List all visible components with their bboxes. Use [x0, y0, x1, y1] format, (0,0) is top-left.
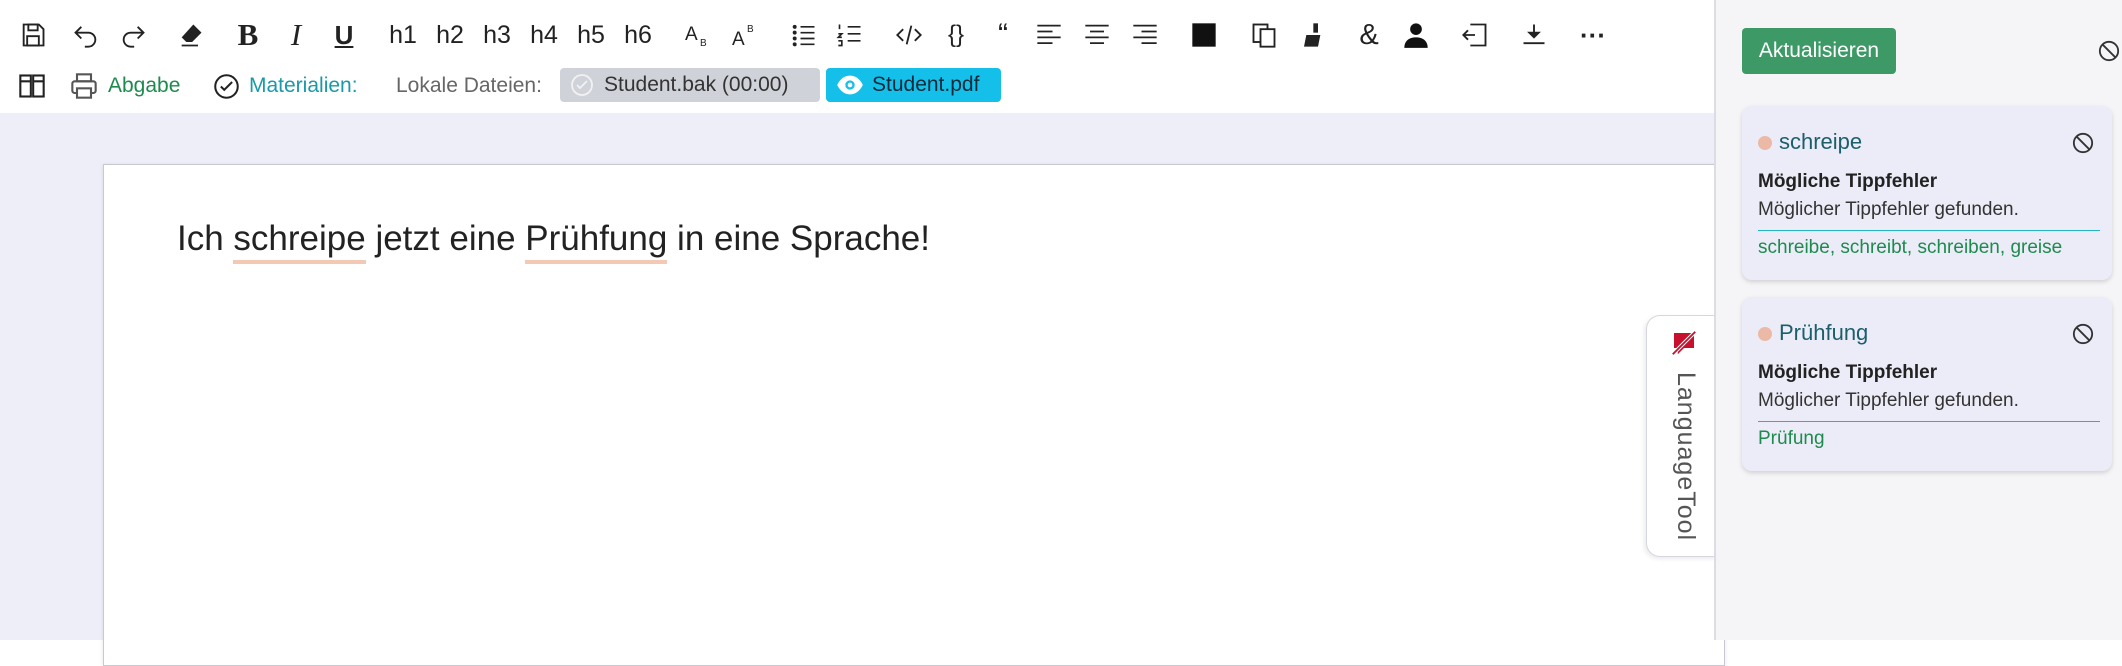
lokale-dateien-label: Lokale Dateien: [396, 74, 542, 97]
quote-button[interactable]: “ [983, 14, 1023, 56]
suggestion-item[interactable]: greise [2010, 237, 2062, 258]
suggestion-item[interactable]: schreiben [1917, 237, 1999, 258]
suggestion-list: schreibe, schreibt, schreiben, greise [1758, 237, 2063, 258]
suggestion-item[interactable]: Prüfung [1758, 428, 1825, 449]
eye-icon [837, 75, 863, 95]
toolbar-row-files: Abgabe Materialien: Lokale Dateien: Stud… [0, 64, 1714, 108]
file-chip-label: Student.bak (00:00) [604, 73, 789, 96]
document-text[interactable]: Ich schreipe jetzt eine Prühfung in eine… [177, 219, 930, 264]
h6-button[interactable]: h6 [618, 14, 658, 56]
languagetool-disabled-icon [1671, 330, 1697, 356]
suggestion-item[interactable]: schreibe [1758, 237, 1830, 258]
abgabe-link[interactable]: Abgabe [108, 68, 180, 104]
brush-icon[interactable] [1291, 14, 1331, 56]
svg-text:A: A [685, 24, 698, 45]
document-page[interactable]: Ich schreipe jetzt eine Prühfung in eine… [103, 164, 1725, 666]
underline-button[interactable]: U [324, 14, 364, 56]
materialien-link[interactable]: Materialien: [249, 68, 358, 104]
code-icon[interactable] [889, 14, 929, 56]
suggestion-card[interactable]: schreipe Mögliche Tippfehler Möglicher T… [1742, 106, 2112, 280]
document-canvas: Ich schreipe jetzt eine Prühfung in eine… [0, 113, 1725, 666]
languagetool-sidebar: Aktualisieren schreipe Mögliche Tippfehl… [1714, 0, 2122, 640]
text-run: Ich [177, 219, 234, 258]
h4-button[interactable]: h4 [524, 14, 564, 56]
person-icon[interactable] [1396, 14, 1436, 56]
card-title: Mögliche Tippfehler [1758, 171, 1938, 192]
suggestion-list: Prüfung [1758, 428, 1825, 450]
toolbar-row-formatting: B I U h1 h2 h3 h4 h5 h6 AB AB {} “ & ··· [0, 0, 1714, 70]
h2-button[interactable]: h2 [430, 14, 470, 56]
eraser-icon[interactable] [171, 14, 211, 56]
bold-button[interactable]: B [228, 14, 268, 56]
download-icon[interactable] [1514, 14, 1554, 56]
redo-icon[interactable] [113, 14, 153, 56]
file-chip-bak[interactable]: Student.bak (00:00) [560, 68, 820, 102]
card-divider [1758, 421, 2100, 422]
check-circle-icon [571, 74, 593, 96]
svg-text:A: A [732, 29, 745, 49]
black-square-icon[interactable] [1184, 14, 1224, 56]
align-left-icon[interactable] [1029, 14, 1069, 56]
h1-button[interactable]: h1 [383, 14, 423, 56]
card-title: Mögliche Tippfehler [1758, 362, 1938, 383]
numbered-list-icon[interactable] [830, 14, 870, 56]
editor-toolbar: B I U h1 h2 h3 h4 h5 h6 AB AB {} “ & ···… [0, 0, 1714, 113]
file-chip-label: Student.pdf [872, 73, 980, 96]
save-icon[interactable] [13, 14, 53, 56]
spelling-error-schreipe[interactable]: schreipe [233, 219, 366, 264]
superscript-icon[interactable]: AB [724, 14, 764, 56]
braces-button[interactable]: {} [936, 14, 976, 56]
align-right-icon[interactable] [1125, 14, 1165, 56]
spelling-error-pruehfung[interactable]: Prühfung [525, 219, 668, 264]
ignore-icon[interactable] [2072, 132, 2094, 154]
card-description: Möglicher Tippfehler gefunden. [1758, 199, 2019, 220]
languagetool-label: LanguageTool [1672, 372, 1700, 542]
file-chip-pdf[interactable]: Student.pdf [826, 68, 1001, 102]
suggestion-card[interactable]: Prühfung Mögliche Tippfehler Möglicher T… [1742, 297, 2112, 471]
status-dot [1758, 136, 1772, 150]
update-button[interactable]: Aktualisieren [1742, 28, 1896, 74]
card-divider [1758, 230, 2100, 231]
text-run: in eine Sprache! [667, 219, 930, 258]
more-button[interactable]: ··· [1573, 14, 1613, 56]
languagetool-tab[interactable]: LanguageTool [1646, 315, 1717, 557]
svg-text:B: B [747, 24, 754, 35]
copy-icon[interactable] [1244, 14, 1284, 56]
print-icon[interactable] [70, 68, 98, 104]
card-error-word: schreipe [1779, 129, 1863, 154]
svg-text:B: B [700, 38, 707, 49]
ignore-icon[interactable] [2072, 323, 2094, 345]
align-center-icon[interactable] [1077, 14, 1117, 56]
suggestion-item[interactable]: schreibt [1840, 237, 1907, 258]
h3-button[interactable]: h3 [477, 14, 517, 56]
check-circle-icon [213, 68, 240, 104]
bullet-list-icon[interactable] [784, 14, 824, 56]
card-error-word: Prühfung [1779, 320, 1869, 345]
ampersand-button[interactable]: & [1349, 14, 1389, 56]
block-icon[interactable] [2098, 40, 2120, 62]
h5-button[interactable]: h5 [571, 14, 611, 56]
text-run: jetzt eine [365, 219, 526, 258]
undo-icon[interactable] [66, 14, 106, 56]
layout-icon[interactable] [18, 68, 46, 104]
enter-icon[interactable] [1455, 14, 1495, 56]
status-dot [1758, 327, 1772, 341]
subscript-icon[interactable]: AB [677, 14, 717, 56]
card-description: Möglicher Tippfehler gefunden. [1758, 390, 2019, 411]
italic-button[interactable]: I [276, 14, 316, 56]
